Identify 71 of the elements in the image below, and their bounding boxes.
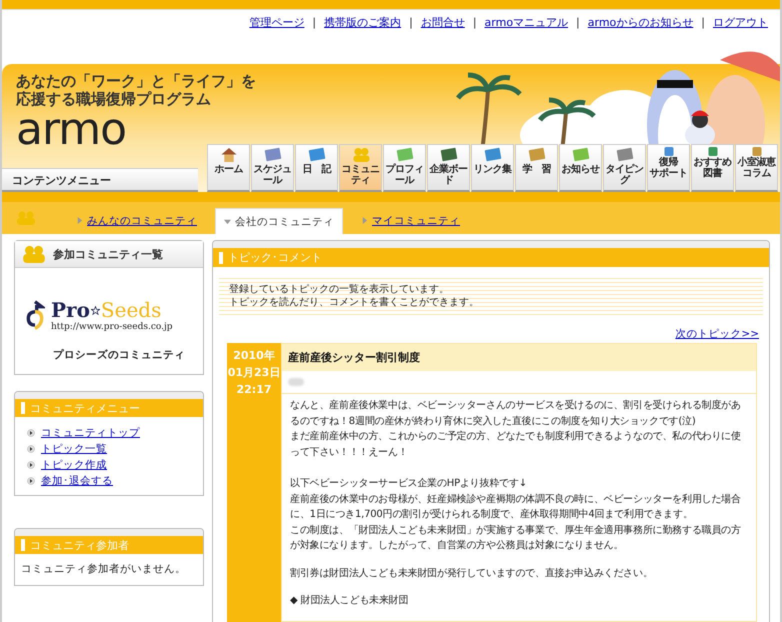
post-text: 産前産後の休業中のお母様が、妊産婦検診や産褥期の体調不良の時に、ベビーシッターを利用した場合に、1日につき1,700円の割引が受けられる制度で、産休取得期間中4回まで利用できます。: [290, 492, 742, 522]
menu-link[interactable]: トピック一覧: [41, 442, 107, 456]
tagline: あなたの「ワーク」と「ライフ」を: [16, 72, 256, 90]
post-text: なんと、産前産後休業中は、ベビーシッターさんのサービスを受けるのに、割引を受けられる制度があるのですね！8週間の産休が終わり育休に突入した直後にこの制度を知り大ショックです(泣): [290, 398, 742, 428]
link-separator: |: [472, 16, 478, 28]
nav-button[interactable]: スケジュール: [251, 144, 294, 192]
people-icon: [21, 245, 47, 263]
post-text: まだ産前産休中の方、これからのご予定の方、どなたでも制度利用できるようなので、私の代わりに使って下さい！！！えーん！: [290, 430, 742, 460]
people-icon: [350, 147, 370, 162]
panel-title: トピック･コメント: [228, 250, 322, 265]
header-link[interactable]: 携帯版のご案内: [324, 14, 402, 30]
nav-button[interactable]: 日 記: [295, 144, 338, 192]
nav-button[interactable]: タイピング: [603, 144, 646, 192]
tagline: 応援する職場復帰プログラム: [16, 90, 212, 108]
logo-text: Pro: [51, 298, 90, 322]
bullet-icon: [27, 445, 35, 453]
bullet-icon: [27, 477, 35, 485]
header-link[interactable]: 管理ページ: [249, 14, 304, 30]
logo-mark-icon: [25, 298, 45, 332]
panel-title: コミュニティ参加者: [30, 538, 129, 552]
nav-button[interactable]: ホーム: [207, 144, 250, 192]
people-icon: [16, 211, 36, 225]
caret-right-icon: [76, 217, 83, 224]
post-date: 01月23日: [227, 365, 281, 381]
blurred-author-block: [288, 378, 304, 386]
link-separator: |: [408, 16, 414, 28]
next-topic-link[interactable]: 次のトピック>>: [675, 327, 759, 341]
intro-text: トピックを読んだり、コメントを書くことができます。: [229, 296, 480, 309]
caret-down-icon: [224, 218, 231, 224]
nav-button[interactable]: コミュニティ: [339, 144, 382, 192]
nav-button[interactable]: 復帰 サポート: [647, 144, 690, 192]
caret-right-icon: [361, 217, 368, 224]
community-name: プロシーズのコミュニティ: [52, 348, 186, 363]
menu-link[interactable]: コミュニティトップ: [41, 426, 140, 440]
community-tab[interactable]: マイコミュニティ: [353, 208, 468, 234]
nav-button[interactable]: お知らせ: [559, 144, 602, 192]
logo-url: http://www.pro-seeds.co.jp: [51, 322, 173, 332]
header-link[interactable]: armoからのお知らせ: [588, 14, 694, 30]
menu-link[interactable]: トピック作成: [41, 458, 107, 472]
nav-button[interactable]: リンク集: [471, 144, 514, 192]
community-tab[interactable]: 会社のコミュニティ: [215, 208, 343, 234]
header-link[interactable]: お問合せ: [420, 14, 465, 30]
nav-button[interactable]: 企業ボード: [427, 144, 470, 192]
bullet-icon: [27, 461, 35, 469]
post-text: 割引券は財団法人こども未来財団が発行していますので、直接お申込みください。: [290, 566, 654, 580]
content-menu-label: コンテンツメニュー: [2, 168, 198, 192]
post-text: この制度は、「財団法人こども未来財団」が実施する事業で、厚生年金適用事務所に勤務する職員の方が対象になります。したがって、自営業の方や公務員は対象になりません。: [290, 524, 742, 553]
link-separator: |: [311, 16, 318, 28]
panel-title: コミュニティメニュー: [30, 400, 140, 416]
logo: armo: [16, 108, 126, 152]
panel-title: 参加コミュニティ一覧: [53, 246, 163, 262]
nav-button[interactable]: 小室淑恵 コラム: [735, 144, 778, 192]
post-text: 以下ベビーシッターサービス企業のHPより抜粋です↓: [290, 476, 528, 491]
empty-message: コミュニティ参加者がいません。: [20, 562, 187, 577]
community-tab[interactable]: みんなのコミュニティ: [68, 208, 205, 234]
bullet-icon: [27, 429, 35, 437]
header-link[interactable]: ログアウト: [713, 14, 768, 30]
link-separator: |: [700, 16, 706, 28]
post-title: 産前産後シッター割引制度: [282, 344, 756, 371]
nav-button[interactable]: プロフィール: [383, 144, 426, 192]
nav-button[interactable]: おすすめ 図書: [691, 144, 734, 192]
link-separator: |: [575, 16, 581, 28]
post-text: ◆ 財団法人こども未来財団: [290, 594, 410, 608]
header-link[interactable]: armoマニュアル: [484, 14, 568, 30]
nav-button[interactable]: 学 習: [515, 144, 558, 192]
intro-text: 登録しているトピックの一覧を表示しています。: [229, 283, 450, 296]
post-date: 22:17: [235, 382, 272, 398]
star-icon: [90, 306, 100, 314]
logo-text: Seeds: [100, 298, 162, 322]
menu-link[interactable]: 参加･退会する: [41, 474, 113, 488]
post-date: 2010年: [232, 348, 276, 364]
